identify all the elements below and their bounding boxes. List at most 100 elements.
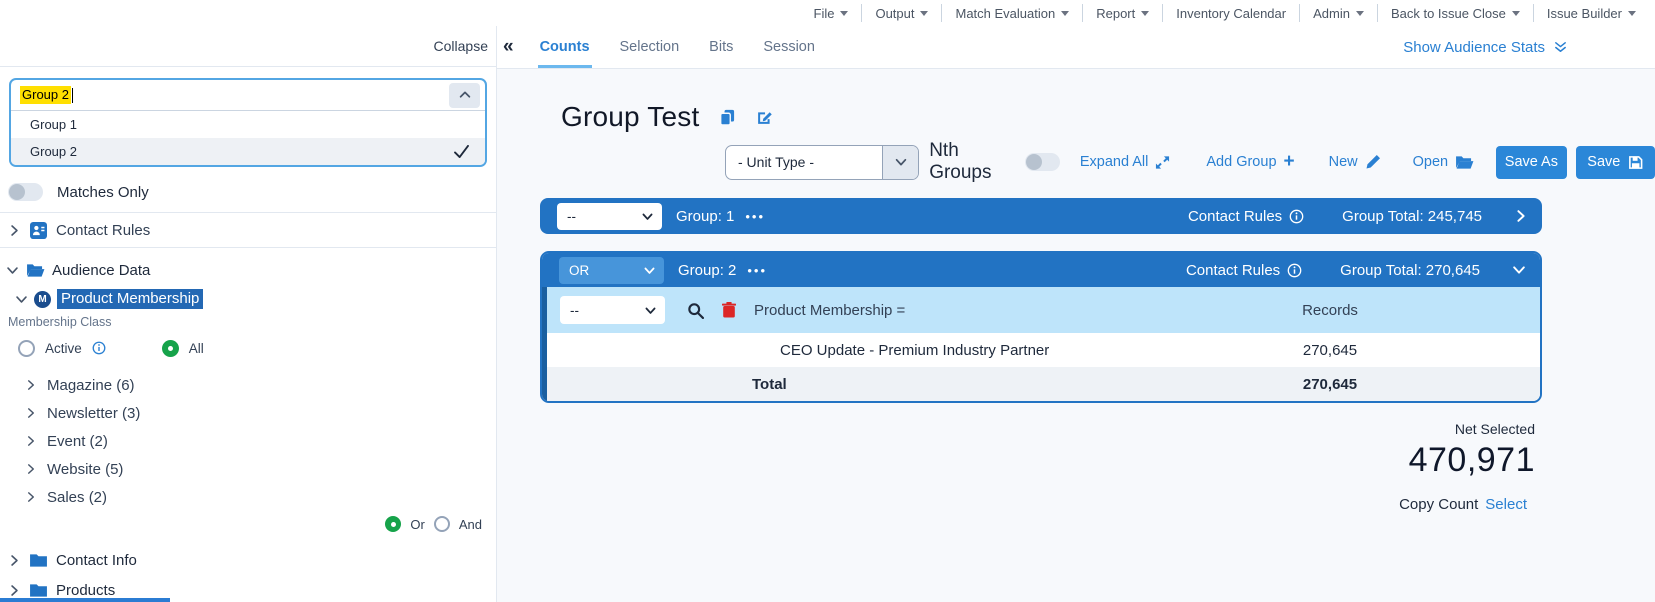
tree-contact-rules[interactable]: Contact Rules: [0, 213, 496, 247]
radio-label: Active: [45, 341, 82, 356]
add-group-link[interactable]: Add Group +: [1206, 151, 1294, 173]
tab-bits[interactable]: Bits: [709, 26, 733, 68]
rule-field-label: Product Membership =: [754, 302, 905, 319]
radio-label: All: [189, 341, 204, 356]
radio-or[interactable]: [385, 516, 401, 532]
combobox-collapse-button[interactable]: [449, 83, 480, 108]
main-area: « Counts Selection Bits Session Show Aud…: [497, 26, 1655, 602]
group-1-expand-chevron[interactable]: [1514, 209, 1542, 223]
menu-inventory-calendar[interactable]: Inventory Calendar: [1163, 4, 1300, 22]
copy-icon[interactable]: [719, 109, 736, 126]
group-2-operator-select[interactable]: OR: [559, 257, 664, 284]
horizontal-scrollbar[interactable]: [0, 598, 170, 602]
chevron-down-icon: [644, 304, 657, 317]
info-icon: [1289, 209, 1304, 224]
tree-item-event[interactable]: Event (2): [0, 427, 496, 455]
chevron-down-icon: [15, 293, 28, 306]
unit-type-select[interactable]: - Unit Type -: [725, 145, 919, 180]
save-button[interactable]: Save: [1576, 146, 1655, 179]
tree-label: Sales (2): [47, 489, 107, 506]
copy-count-select-link[interactable]: Select: [1485, 496, 1527, 513]
chevron-right-icon: [25, 463, 37, 475]
rule-operator-select[interactable]: --: [560, 296, 665, 324]
tree-label: Newsletter (3): [47, 405, 140, 422]
chevron-right-icon: [25, 379, 37, 391]
menu-file[interactable]: File: [801, 4, 863, 22]
group-option-2[interactable]: Group 2: [11, 138, 485, 165]
records-column-header: Records: [1270, 302, 1390, 319]
link-label: Expand All: [1080, 154, 1149, 170]
group-controls-row: - Unit Type - Nth Groups Expand All Add …: [497, 144, 1655, 180]
net-selected-value: 470,971: [1399, 441, 1535, 480]
tree-label: Website (5): [47, 461, 123, 478]
menu-admin[interactable]: Admin: [1300, 4, 1378, 22]
tree-contact-info[interactable]: Contact Info: [0, 546, 496, 574]
search-icon[interactable]: [687, 302, 704, 319]
collapse-button[interactable]: Collapse: [434, 38, 488, 54]
more-options-icon[interactable]: •••: [747, 263, 767, 278]
group-2-collapse-chevron[interactable]: [1512, 263, 1540, 277]
tree-label: Contact Rules: [56, 222, 150, 239]
trash-icon[interactable]: [722, 302, 736, 318]
menu-match-evaluation[interactable]: Match Evaluation: [942, 4, 1083, 22]
tab-counts[interactable]: Counts: [540, 26, 590, 68]
edit-icon[interactable]: [756, 109, 773, 126]
tree-audience-data[interactable]: Audience Data: [0, 257, 496, 283]
menu-output[interactable]: Output: [862, 4, 942, 22]
group-2-contact-rules[interactable]: Contact Rules: [1186, 262, 1302, 279]
menu-label: File: [814, 6, 835, 21]
tree-label: Event (2): [47, 433, 108, 450]
radio-all[interactable]: [162, 340, 179, 357]
search-text-highlighted: Group 2: [20, 86, 71, 104]
menu-label: Issue Builder: [1547, 6, 1622, 21]
tab-session[interactable]: Session: [763, 26, 815, 68]
group-search-input[interactable]: Group 2: [11, 80, 485, 111]
tree-label: Magazine (6): [47, 377, 135, 394]
expand-icon: [1155, 155, 1170, 170]
radio-label: Or: [410, 517, 424, 532]
total-count: 270,645: [1270, 376, 1390, 393]
copy-count-label: Copy Count: [1399, 496, 1478, 513]
info-icon[interactable]: [92, 341, 106, 355]
group-option-1[interactable]: Group 1: [11, 111, 485, 138]
option-label: Group 1: [30, 117, 77, 132]
expand-all-link[interactable]: Expand All: [1080, 154, 1171, 170]
show-audience-stats-link[interactable]: Show Audience Stats: [1403, 39, 1569, 56]
link-label: Add Group: [1206, 154, 1276, 170]
radio-active[interactable]: [18, 340, 35, 357]
open-link[interactable]: Open: [1413, 154, 1474, 170]
new-link[interactable]: New: [1329, 154, 1381, 170]
membership-class-label: Membership Class: [8, 315, 496, 329]
menu-label: Report: [1096, 6, 1135, 21]
tree-item-newsletter[interactable]: Newsletter (3): [0, 399, 496, 427]
rule-value-count: 270,645: [1270, 342, 1390, 359]
radio-and[interactable]: [434, 516, 450, 532]
group-total: Group Total: 245,745: [1342, 208, 1482, 225]
rule-value-row[interactable]: CEO Update - Premium Industry Partner 27…: [547, 333, 1540, 367]
nth-groups-toggle[interactable]: [1025, 153, 1060, 171]
tree-item-magazine[interactable]: Magazine (6): [0, 371, 496, 399]
save-as-button[interactable]: Save As: [1496, 146, 1567, 179]
more-options-icon[interactable]: •••: [745, 209, 765, 224]
collapse-sidebar-icon[interactable]: «: [503, 36, 514, 58]
tree-product-membership[interactable]: M Product Membership: [0, 287, 496, 311]
group-search-combobox: Group 2 Group 1 Group 2: [9, 78, 487, 167]
group-label: Group: 1: [676, 208, 734, 225]
chevron-right-icon: [1514, 209, 1528, 223]
menu-back-to-issue-close[interactable]: Back to Issue Close: [1378, 4, 1534, 22]
tree-item-website[interactable]: Website (5): [0, 455, 496, 483]
caret-down-icon: [840, 11, 848, 16]
group-1-operator-select[interactable]: --: [557, 203, 662, 230]
tab-selection[interactable]: Selection: [620, 26, 680, 68]
rule-header-row: -- Product Membership =: [547, 287, 1540, 333]
copy-count-row: Copy Count Select: [1399, 496, 1535, 513]
chevron-down-icon: [643, 264, 656, 277]
menu-report[interactable]: Report: [1083, 4, 1163, 22]
chevron-down-icon: [1512, 263, 1526, 277]
group-1-contact-rules[interactable]: Contact Rules: [1188, 208, 1304, 225]
tree-item-sales[interactable]: Sales (2): [0, 483, 496, 511]
sidebar-collapse-row: Collapse: [0, 26, 496, 67]
pencil-icon: [1365, 154, 1381, 170]
matches-only-toggle[interactable]: [8, 183, 43, 201]
menu-issue-builder[interactable]: Issue Builder: [1534, 4, 1649, 22]
